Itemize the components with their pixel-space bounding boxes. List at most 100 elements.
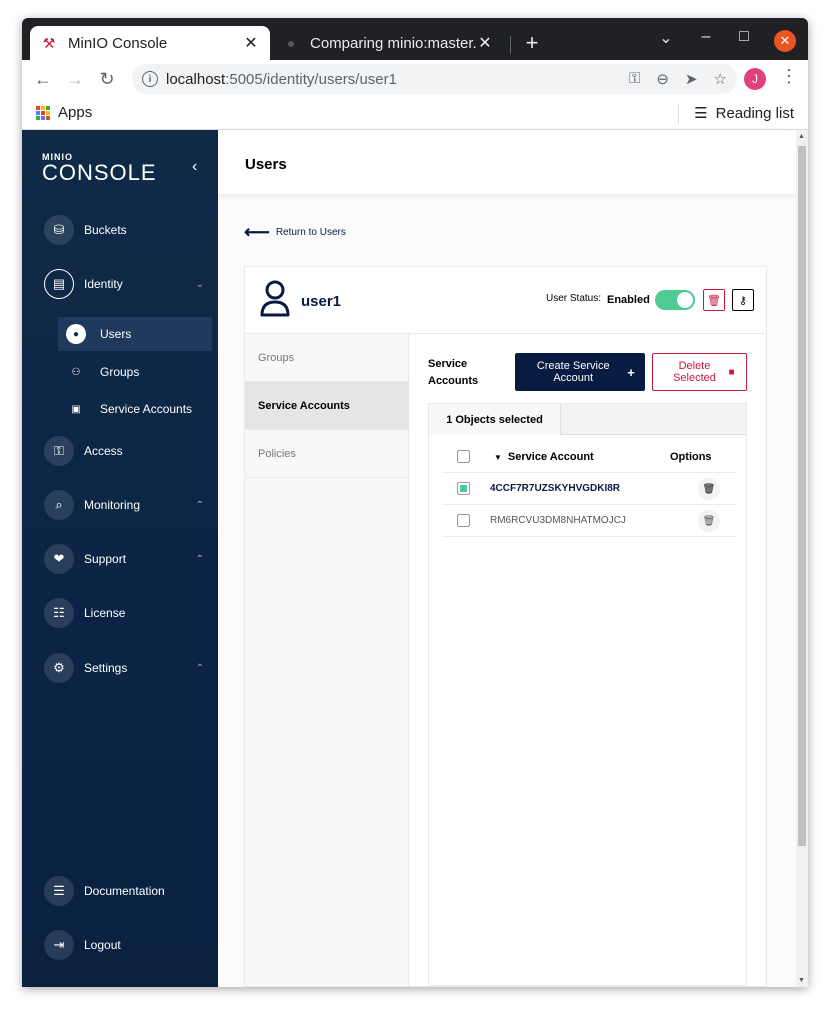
tab-service-accounts[interactable]: Service Accounts xyxy=(245,382,409,430)
change-password-button[interactable]: ⚷ xyxy=(732,289,754,311)
tab-separator xyxy=(510,36,511,54)
send-icon[interactable]: ➤ xyxy=(685,70,698,88)
select-all-checkbox[interactable] xyxy=(457,450,470,463)
browser-menu-icon[interactable]: ⋮ xyxy=(780,66,798,87)
key-icon[interactable]: ⚿ xyxy=(629,70,640,88)
groups-icon: ⚇ xyxy=(71,366,81,378)
forward-arrow-icon[interactable]: → xyxy=(64,68,86,90)
back-arrow-icon: ⟵ xyxy=(244,222,270,242)
monitoring-search-icon: ⌕ xyxy=(44,490,74,520)
address-bar[interactable]: i localhost:5005/identity/users/user1 ⚿ … xyxy=(132,64,737,94)
sidebar-item-label: Buckets xyxy=(84,223,127,237)
browser-window: ⚒ MinIO Console ✕ ● Comparing minio:mast… xyxy=(22,18,808,987)
site-info-icon[interactable]: i xyxy=(142,71,158,87)
row-checkbox[interactable] xyxy=(457,482,470,495)
row-delete-trash-icon[interactable]: 🗑︎ xyxy=(698,478,720,500)
minio-console-logo[interactable]: MINIO CONSOLE xyxy=(42,152,157,184)
collapse-sidebar-chevron-icon[interactable]: ‹ xyxy=(192,158,197,176)
toggle-knob xyxy=(677,292,693,308)
lock-icon: ⚿ xyxy=(44,436,74,466)
window-close-icon[interactable]: ✕ xyxy=(774,30,796,52)
user-avatar-icon xyxy=(260,280,290,317)
sidebar-item-service-accounts[interactable]: ▣ Service Accounts xyxy=(58,392,212,426)
user-name: user1 xyxy=(301,293,342,310)
selection-bar: 1 Objects selected xyxy=(429,404,746,435)
tab-close-icon[interactable]: ✕ xyxy=(476,33,494,53)
row-delete-trash-icon[interactable]: 🗑︎ xyxy=(698,510,720,532)
tab-title: Comparing minio:master... xyxy=(310,34,476,52)
page-scrollbar[interactable]: ▲ ▼ xyxy=(796,130,808,987)
tab-strip: ⚒ MinIO Console ✕ ● Comparing minio:mast… xyxy=(22,18,808,60)
sidebar-item-label: Logout xyxy=(84,938,121,952)
sidebar-item-logout[interactable]: ⇥ Logout xyxy=(44,929,204,961)
row-checkbox[interactable] xyxy=(457,514,470,527)
tab-github-compare[interactable]: ● Comparing minio:master... ✕ xyxy=(272,26,504,60)
tab-policies[interactable]: Policies xyxy=(245,430,409,478)
documentation-icon: ☰ xyxy=(44,876,74,906)
github-favicon-icon: ● xyxy=(286,35,296,51)
sidebar: MINIO CONSOLE ‹ ⛁ Buckets ▤ Identity ⌄ ●… xyxy=(22,130,218,987)
sidebar-item-label: Users xyxy=(100,327,132,341)
tab-close-icon[interactable]: ✕ xyxy=(242,33,260,53)
delete-user-button[interactable]: 🗑︎ xyxy=(703,289,725,311)
logout-icon: ⇥ xyxy=(44,930,74,960)
new-tab-plus-icon[interactable]: + xyxy=(520,30,544,56)
bookmark-star-icon[interactable]: ☆ xyxy=(714,70,727,88)
reload-icon[interactable]: ↻ xyxy=(96,68,118,90)
url-path: :5005/identity/users/user1 xyxy=(225,70,397,88)
chevron-down-icon: ⌄ xyxy=(195,278,204,290)
reading-list-button[interactable]: ☰ Reading list xyxy=(694,104,794,123)
trash-icon: ■ xyxy=(728,366,735,378)
sidebar-item-label: Groups xyxy=(100,365,140,379)
service-account-id: RM6RCVU3DM8NHATMOJCJ xyxy=(490,515,626,526)
scroll-down-arrow-icon[interactable]: ▼ xyxy=(798,977,805,984)
user-status-label: User Status: xyxy=(546,293,602,304)
create-button-label: Create Service Account xyxy=(536,360,610,384)
sidebar-item-identity[interactable]: ▤ Identity ⌄ xyxy=(44,268,204,300)
back-arrow-icon[interactable]: ← xyxy=(32,68,54,90)
tab-minio-console[interactable]: ⚒ MinIO Console ✕ xyxy=(30,26,270,60)
column-service-account[interactable]: ▼ Service Account xyxy=(494,451,594,463)
delete-button-label: Delete Selected xyxy=(673,360,716,384)
sidebar-item-groups[interactable]: ⚇ Groups xyxy=(58,355,212,389)
sidebar-item-documentation[interactable]: ☰ Documentation xyxy=(44,875,204,907)
maximize-icon[interactable]: □ xyxy=(732,28,756,46)
user-status-toggle[interactable] xyxy=(655,290,695,310)
support-icon: ❤ xyxy=(44,544,74,574)
sidebar-item-access[interactable]: ⚿ Access xyxy=(44,435,204,467)
delete-selected-button[interactable]: Delete Selected ■ xyxy=(652,353,747,391)
column-label: Service Account xyxy=(507,451,594,463)
apps-bookmark[interactable]: Apps xyxy=(36,104,92,121)
sidebar-item-label: License xyxy=(84,606,126,620)
table-row[interactable]: 4CCF7R7UZSKYHVGDKI8R 🗑︎ xyxy=(442,473,736,505)
sidebar-item-monitoring[interactable]: ⌕ Monitoring ⌃ xyxy=(44,489,204,521)
minimize-icon[interactable]: – xyxy=(694,28,718,46)
zoom-icon[interactable]: ⊖ xyxy=(656,70,669,88)
gear-icon: ⚙ xyxy=(44,653,74,683)
sidebar-item-license[interactable]: ☷ License xyxy=(44,597,204,629)
page-header: Users xyxy=(218,130,796,194)
tab-search-chevron-icon[interactable]: ⌄ xyxy=(654,28,678,48)
tab-groups[interactable]: Groups xyxy=(245,334,409,382)
scrollbar-thumb[interactable] xyxy=(798,146,806,846)
minio-app: MINIO CONSOLE ‹ ⛁ Buckets ▤ Identity ⌄ ●… xyxy=(22,130,808,987)
table-row[interactable]: RM6RCVU3DM8NHATMOJCJ 🗑︎ xyxy=(442,505,736,537)
sidebar-item-settings[interactable]: ⚙ Settings ⌃ xyxy=(44,652,204,684)
sidebar-item-label: Identity xyxy=(84,277,123,291)
selected-count: 1 Objects selected xyxy=(429,404,561,435)
sidebar-item-support[interactable]: ❤ Support ⌃ xyxy=(44,543,204,575)
sidebar-item-label: Service Accounts xyxy=(100,402,193,416)
sidebar-item-buckets[interactable]: ⛁ Buckets xyxy=(44,214,204,246)
sidebar-item-users[interactable]: ● Users xyxy=(58,317,212,351)
profile-avatar[interactable]: J xyxy=(744,68,766,90)
create-service-account-button[interactable]: Create Service Account + xyxy=(515,353,645,391)
user-details-card: user1 User Status: Enabled 🗑︎ ⚷ Groups S… xyxy=(244,266,767,987)
url-host: localhost xyxy=(166,70,226,88)
plus-icon: + xyxy=(627,364,635,380)
sort-caret-icon: ▼ xyxy=(494,453,502,462)
main-content: Users ⟵ Return to Users user1 User Statu… xyxy=(218,130,796,987)
minio-favicon-icon: ⚒ xyxy=(42,34,56,51)
page-title: Users xyxy=(245,156,287,173)
scroll-up-arrow-icon[interactable]: ▲ xyxy=(798,133,805,140)
return-to-users-link[interactable]: ⟵ Return to Users xyxy=(244,222,346,243)
